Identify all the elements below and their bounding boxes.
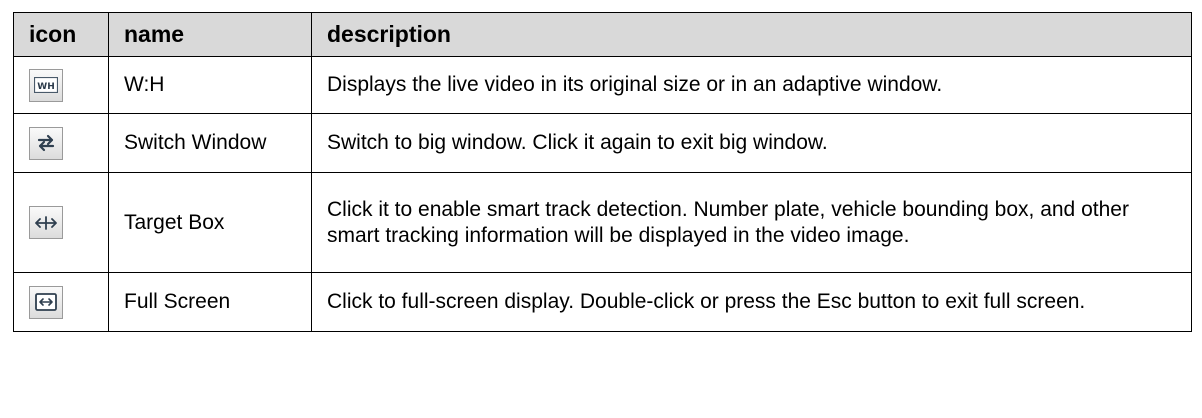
row-name: W:H	[108, 56, 312, 114]
header-name: name	[108, 12, 312, 57]
row-name: Target Box	[108, 172, 312, 273]
row-description: Switch to big window. Click it again to …	[311, 113, 1192, 173]
table-row: Switch Window Switch to big window. Clic…	[13, 113, 1192, 173]
icon-cell	[13, 113, 109, 173]
row-description: Click to full-screen display. Double-cli…	[311, 272, 1192, 332]
table-row: WH W:H Displays the live video in its or…	[13, 56, 1192, 114]
row-description: Displays the live video in its original …	[311, 56, 1192, 114]
header-description: description	[311, 12, 1192, 57]
svg-text:WH: WH	[37, 82, 54, 92]
header-icon: icon	[13, 12, 109, 57]
target-box-icon	[29, 206, 63, 239]
icon-cell: WH	[13, 56, 109, 114]
row-name: Switch Window	[108, 113, 312, 173]
aspect-ratio-wh-icon: WH	[29, 68, 63, 102]
icon-cell	[13, 272, 109, 332]
table-row: Full Screen Click to full-screen display…	[13, 272, 1192, 332]
full-screen-icon	[29, 285, 63, 319]
table-header-row: icon name description	[13, 12, 1192, 57]
icon-description-table: icon name description WH W:H Displays th…	[13, 12, 1192, 332]
row-description: Click it to enable smart track detection…	[311, 172, 1192, 273]
switch-window-icon	[29, 126, 63, 160]
row-name: Full Screen	[108, 272, 312, 332]
icon-cell	[13, 172, 109, 273]
table-row: Target Box Click it to enable smart trac…	[13, 172, 1192, 273]
